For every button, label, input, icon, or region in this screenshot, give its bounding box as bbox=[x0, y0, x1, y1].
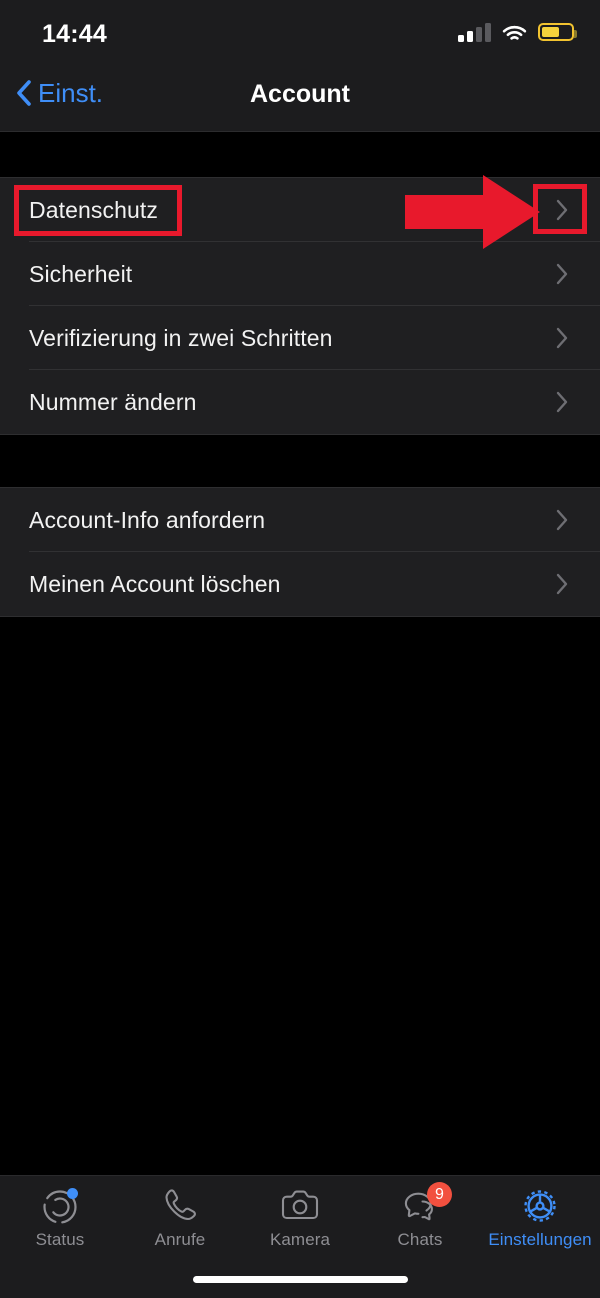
chevron-right-icon bbox=[556, 327, 568, 349]
row-label: Nummer ändern bbox=[29, 388, 197, 415]
chevron-right-icon bbox=[556, 573, 568, 595]
tab-anrufe[interactable]: Anrufe bbox=[120, 1184, 240, 1250]
row-label: Sicherheit bbox=[29, 260, 133, 287]
tab-label: Chats bbox=[397, 1230, 443, 1249]
chevron-right-icon bbox=[556, 509, 568, 531]
battery-nub bbox=[574, 30, 577, 38]
phone-icon bbox=[157, 1184, 203, 1228]
gear-icon bbox=[517, 1184, 563, 1228]
wifi-icon bbox=[502, 25, 527, 40]
phone-screen: 14:44 Einst. Account Datenschutz Sicherh… bbox=[0, 0, 600, 1298]
tab-label: Einstellungen bbox=[488, 1230, 592, 1249]
tab-chats[interactable]: 9 Chats bbox=[360, 1182, 480, 1250]
chevron-right-icon bbox=[556, 263, 568, 285]
cellular-signal-icon bbox=[458, 22, 491, 42]
page-title: Account bbox=[250, 80, 350, 108]
battery-fill bbox=[542, 27, 559, 37]
row-label: Verifizierung in zwei Schritten bbox=[29, 324, 333, 351]
row-verifizierung-in-zwei-schritten[interactable]: Verifizierung in zwei Schritten bbox=[0, 306, 600, 370]
status-bar: 14:44 bbox=[0, 0, 600, 62]
row-label: Meinen Account löschen bbox=[29, 570, 281, 597]
tab-label: Kamera bbox=[269, 1230, 331, 1249]
chats-unread-badge: 9 bbox=[427, 1182, 452, 1207]
row-datenschutz[interactable]: Datenschutz bbox=[0, 178, 600, 242]
row-nummer-aendern[interactable]: Nummer ändern bbox=[0, 370, 600, 434]
status-bar-clock: 14:44 bbox=[42, 20, 107, 48]
row-label: Account-Info anfordern bbox=[29, 506, 266, 533]
status-unread-dot bbox=[67, 1188, 78, 1199]
settings-group-account: Datenschutz Sicherheit Verifizierung in … bbox=[0, 177, 600, 435]
chevron-right-icon bbox=[556, 199, 568, 221]
chevron-right-icon bbox=[556, 391, 568, 413]
tab-einstellungen[interactable]: Einstellungen bbox=[480, 1184, 600, 1250]
tab-kamera[interactable]: Kamera bbox=[240, 1184, 360, 1250]
status-rings-icon bbox=[37, 1184, 83, 1228]
camera-icon bbox=[277, 1184, 323, 1228]
settings-group-account-actions: Account-Info anfordern Meinen Account lö… bbox=[0, 487, 600, 617]
battery-icon bbox=[538, 23, 577, 41]
row-meinen-account-loeschen[interactable]: Meinen Account löschen bbox=[0, 552, 600, 616]
home-indicator[interactable] bbox=[193, 1276, 408, 1283]
tab-label: Anrufe bbox=[154, 1230, 206, 1249]
row-label: Datenschutz bbox=[29, 196, 158, 223]
row-account-info-anfordern[interactable]: Account-Info anfordern bbox=[0, 488, 600, 552]
navigation-bar: Einst. Account bbox=[0, 62, 600, 132]
tab-label: Status bbox=[35, 1230, 85, 1249]
chat-bubbles-icon: 9 bbox=[397, 1182, 452, 1228]
tab-status[interactable]: Status bbox=[0, 1184, 120, 1250]
row-sicherheit[interactable]: Sicherheit bbox=[0, 242, 600, 306]
status-bar-indicators bbox=[458, 22, 577, 42]
